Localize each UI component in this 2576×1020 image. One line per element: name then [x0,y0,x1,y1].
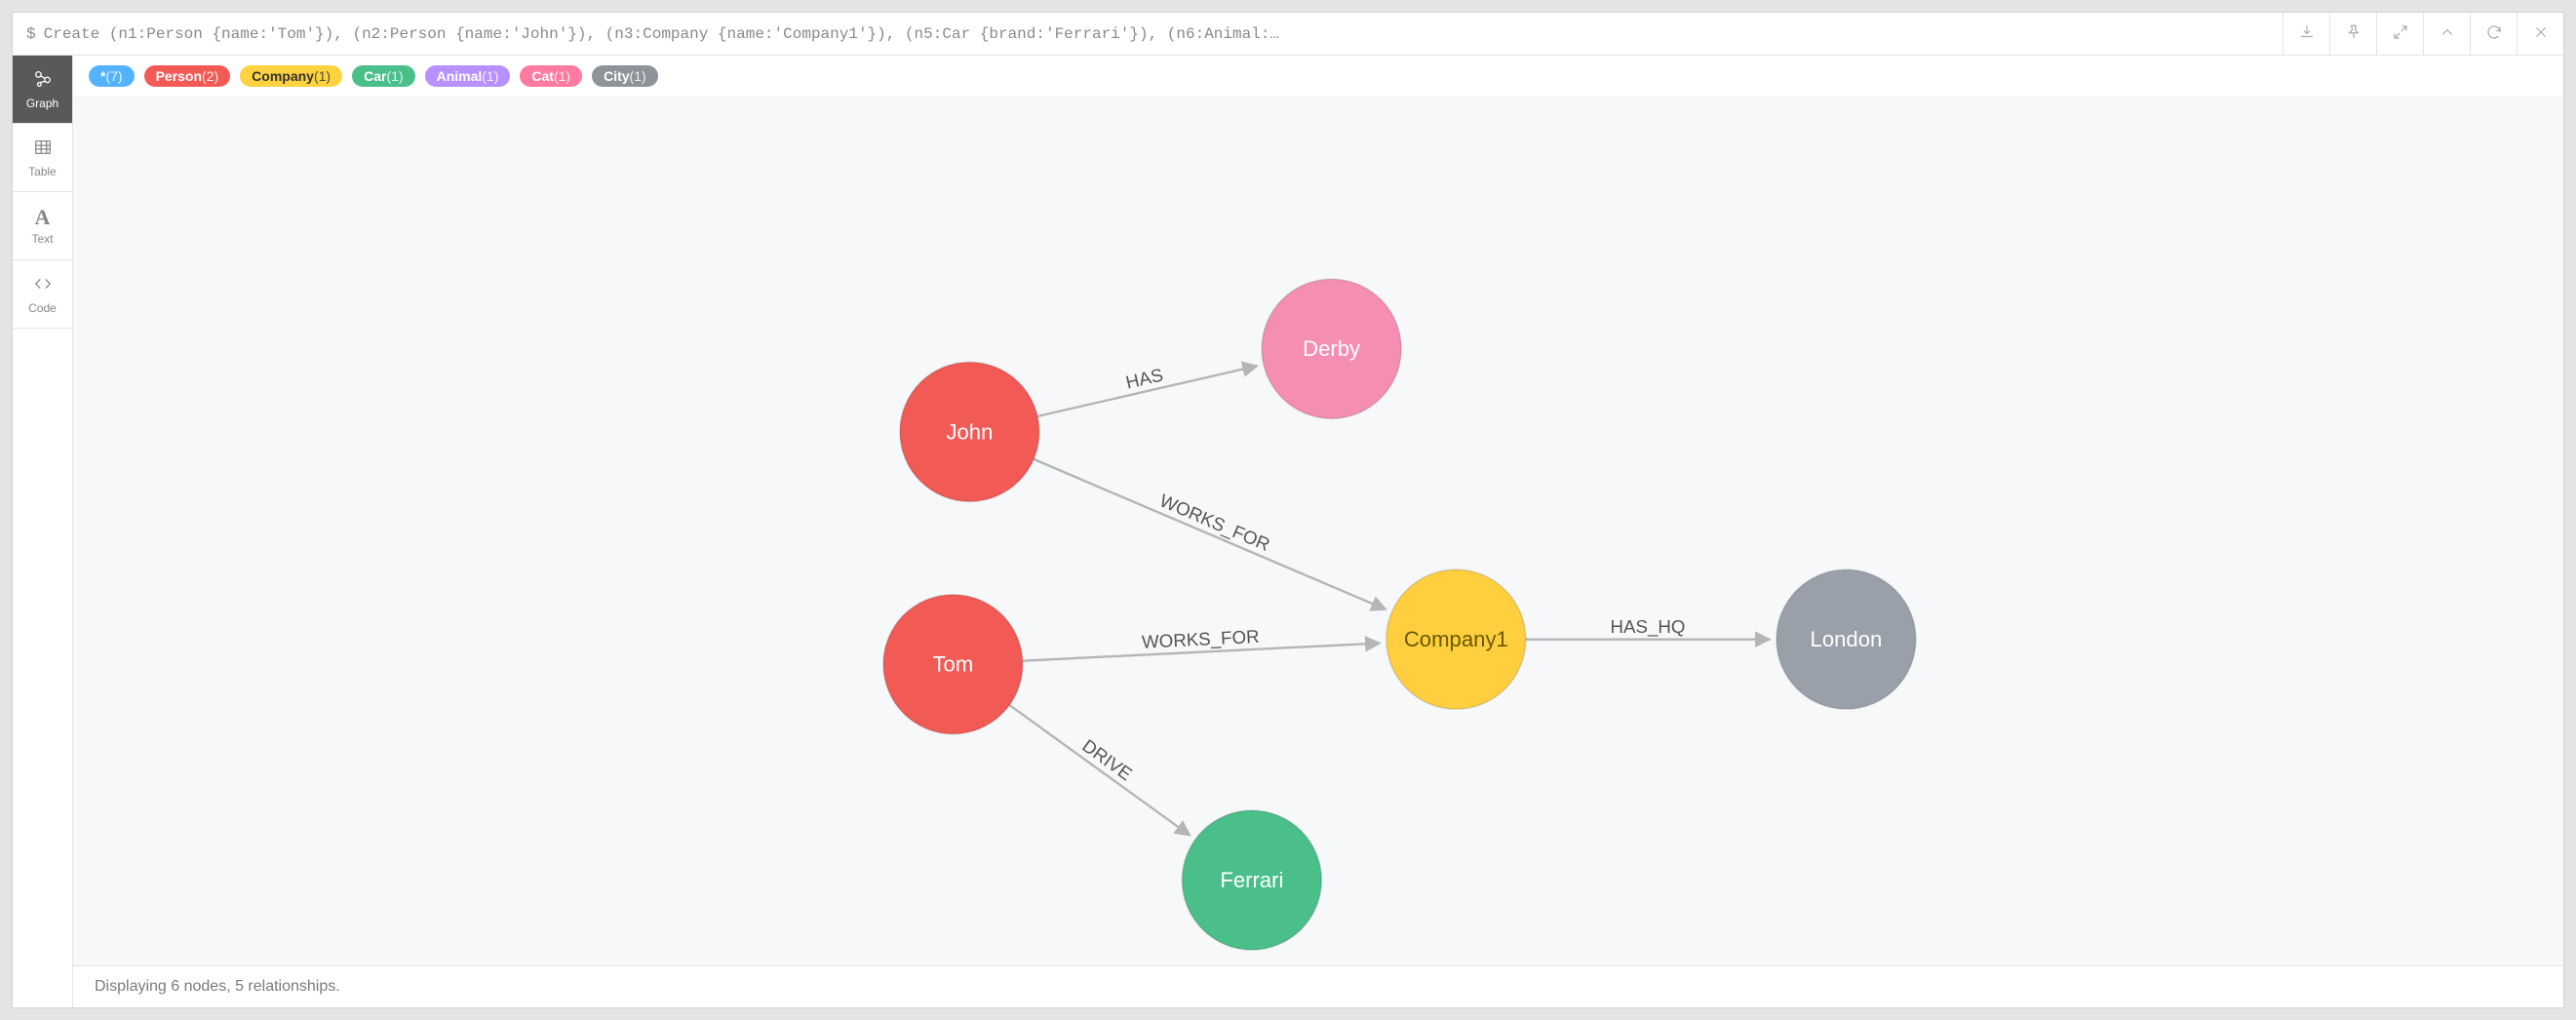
label-pill-count: (1) [386,68,403,84]
code-icon [32,273,54,297]
label-pill-name: Car [364,68,386,84]
graph-node[interactable]: London [1776,569,1916,709]
pin-icon [2345,23,2362,44]
label-pill[interactable]: Cat(1) [520,65,582,87]
body: Graph Table A Text Code *(7) Person(2) Com… [13,56,2563,1007]
sidebar-tab-table[interactable]: Table [13,124,72,192]
label-pill[interactable]: Car(1) [352,65,414,87]
refresh-icon [2485,23,2503,44]
sidebar-tab-code[interactable]: Code [13,260,72,329]
result-panel: $ Create (n1:Person {name:'Tom'}), (n2:P… [12,12,2564,1008]
label-pill[interactable]: *(7) [89,65,135,87]
status-bar: Displaying 6 nodes, 5 relationships. [73,965,2563,1007]
label-pill-count: (1) [482,68,498,84]
sidebar-tab-text[interactable]: A Text [13,192,72,260]
label-pill[interactable]: Person(2) [144,65,231,87]
label-pill-count: (1) [554,68,570,84]
graph-node[interactable]: John [900,362,1039,501]
collapse-button[interactable] [2423,13,2470,55]
label-pill-name: Company [252,68,314,84]
graph-node[interactable]: Tom [883,595,1023,734]
close-icon [2532,23,2550,44]
text-icon: A [35,207,51,228]
rerun-button[interactable] [2470,13,2517,55]
sidebar-tab-graph[interactable]: Graph [13,56,72,124]
graph-node[interactable]: Company1 [1386,569,1526,709]
query-display[interactable]: $ Create (n1:Person {name:'Tom'}), (n2:P… [13,13,2283,55]
label-pill-count: (2) [202,68,218,84]
label-pill-name: Cat [531,68,554,84]
graph-node[interactable]: Derby [1262,279,1401,418]
graph-canvas[interactable]: HASWORKS_FORWORKS_FORDRIVEHAS_HQ JohnTom… [73,98,2563,965]
top-bar: $ Create (n1:Person {name:'Tom'}), (n2:P… [13,13,2563,56]
graph-edge-label: HAS_HQ [1610,616,1685,638]
label-pill-count: (1) [630,68,646,84]
expand-icon [2392,23,2409,44]
sidebar-tab-label: Code [28,301,57,315]
query-text: Create (n1:Person {name:'Tom'}), (n2:Per… [44,25,2269,43]
label-pill-count: (7) [105,68,122,84]
label-pill-name: Animal [437,68,483,84]
label-pill-row: *(7)Person(2)Company(1)Car(1)Animal(1)Ca… [73,56,2563,98]
table-icon [32,137,54,161]
graph-edge[interactable] [1034,459,1386,609]
label-pill-name: Person [156,68,202,84]
top-actions [2283,13,2563,55]
expand-button[interactable] [2376,13,2423,55]
sidebar-tab-label: Table [28,165,57,178]
close-button[interactable] [2517,13,2563,55]
chevron-up-icon [2439,23,2456,44]
label-pill[interactable]: City(1) [592,65,658,87]
sidebar-tab-label: Text [31,232,53,246]
graph-edge[interactable] [1009,705,1190,836]
graph-node[interactable]: Ferrari [1182,810,1321,950]
label-pill-count: (1) [314,68,331,84]
download-button[interactable] [2283,13,2329,55]
sidebar-tab-label: Graph [26,97,59,110]
graph-icon [32,68,54,93]
label-pill[interactable]: Company(1) [240,65,342,87]
label-pill[interactable]: Animal(1) [425,65,511,87]
label-pill-name: City [604,68,629,84]
query-prompt: $ [26,25,36,43]
graph-edge-label: WORKS_FOR [1156,490,1273,556]
view-sidebar: Graph Table A Text Code [13,56,73,1007]
download-icon [2298,23,2316,44]
pin-button[interactable] [2329,13,2376,55]
main-column: *(7)Person(2)Company(1)Car(1)Animal(1)Ca… [73,56,2563,1007]
